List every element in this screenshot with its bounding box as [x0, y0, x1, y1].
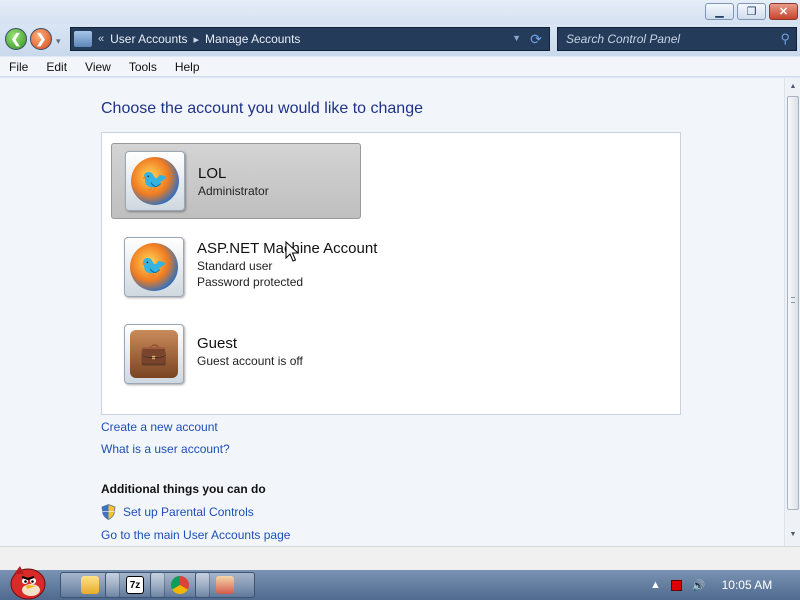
forward-button[interactable]: ❯	[30, 28, 52, 50]
account-status: Guest account is off	[197, 354, 303, 368]
avatar: 🐦	[125, 151, 185, 211]
refresh-icon[interactable]: ⟳	[527, 31, 545, 47]
taskbar: 7z ▲ 🔊 10:05 AM	[0, 566, 800, 600]
menu-file[interactable]: File	[0, 60, 37, 74]
start-button[interactable]	[6, 562, 48, 600]
search-box: ⚲	[557, 27, 797, 51]
scrollbar-thumb[interactable]	[787, 96, 799, 510]
user-avatar-icon: 🐦	[131, 157, 179, 205]
breadcrumb-user-accounts[interactable]: User Accounts	[110, 32, 187, 46]
scroll-up-icon[interactable]: ▲	[788, 82, 798, 92]
title-bar: ▁ ❐ ✕	[0, 0, 800, 24]
account-aspnet[interactable]: 🐦 ASP.NET Machine Account Standard user …	[111, 230, 411, 306]
folder-icon	[81, 576, 99, 594]
content-pane: Choose the account you would like to cha…	[0, 78, 784, 546]
shield-icon	[101, 504, 116, 520]
avatar: 💼	[124, 324, 184, 384]
recent-pages-dropdown[interactable]: ▾	[56, 36, 66, 46]
show-hidden-icons-icon[interactable]: ▲	[650, 579, 661, 591]
forward-arrow-icon: ❯	[35, 31, 47, 46]
breadcrumb-manage-accounts[interactable]: Manage Accounts	[205, 32, 300, 46]
search-icon[interactable]: ⚲	[780, 31, 790, 47]
chrome-icon	[171, 576, 189, 594]
vertical-scrollbar[interactable]: ▲ ▼	[784, 78, 800, 546]
account-guest[interactable]: 💼 Guest Guest account is off	[111, 317, 361, 393]
main-accounts-page-link[interactable]: Go to the main User Accounts page	[101, 528, 290, 542]
network-alert-icon[interactable]	[670, 579, 682, 591]
accounts-list: 🐦 LOL Administrator 🐦 ASP.NET Machine Ac…	[101, 132, 681, 415]
menu-bar: File Edit View Tools Help	[0, 57, 800, 77]
account-name: LOL	[198, 165, 227, 182]
taskbar-app-button[interactable]	[195, 572, 255, 598]
address-dropdown-icon[interactable]: ▼	[512, 33, 521, 43]
back-arrow-icon: ❮	[10, 31, 22, 46]
maximize-button[interactable]: ❐	[737, 3, 766, 20]
what-is-account-link[interactable]: What is a user account?	[101, 442, 230, 456]
mouse-cursor-icon	[285, 241, 299, 262]
volume-icon[interactable]: 🔊	[692, 579, 706, 592]
app-icon	[216, 576, 234, 594]
guest-briefcase-icon: 💼	[130, 330, 178, 378]
scroll-down-icon[interactable]: ▼	[788, 530, 798, 540]
menu-tools[interactable]: Tools	[120, 60, 166, 74]
minimize-button[interactable]: ▁	[705, 3, 734, 20]
7zip-icon: 7z	[126, 576, 144, 594]
address-bar[interactable]: « User Accounts ▸ Manage Accounts ▼ ⟳	[70, 27, 550, 51]
system-tray: ▲ 🔊 10:05 AM	[640, 570, 800, 600]
back-button[interactable]: ❮	[5, 28, 27, 50]
search-input[interactable]	[558, 32, 768, 46]
account-name: Guest	[197, 335, 238, 352]
clock[interactable]: 10:05 AM	[722, 578, 773, 592]
scrollbar-grip	[791, 297, 795, 303]
restore-icon: ❐	[746, 6, 757, 18]
menu-edit[interactable]: Edit	[37, 60, 76, 74]
close-button[interactable]: ✕	[769, 3, 798, 20]
additional-things-title: Additional things you can do	[101, 482, 266, 496]
minimize-icon: ▁	[715, 6, 724, 18]
close-icon: ✕	[778, 6, 789, 18]
user-accounts-icon	[74, 31, 92, 47]
breadcrumb-overflow[interactable]: «	[98, 33, 104, 45]
breadcrumb-separator-icon[interactable]: ▸	[194, 33, 200, 46]
account-lol[interactable]: 🐦 LOL Administrator	[111, 143, 361, 219]
menu-view[interactable]: View	[76, 60, 120, 74]
account-type: Administrator	[198, 184, 269, 198]
navigation-bar: ❮ ❯ ▾ « User Accounts ▸ Manage Accounts …	[0, 24, 800, 56]
status-strip	[0, 546, 800, 570]
account-password-status: Password protected	[197, 275, 304, 289]
window-controls: ▁ ❐ ✕	[705, 3, 798, 20]
create-account-link[interactable]: Create a new account	[101, 420, 218, 434]
parental-controls-link[interactable]: Set up Parental Controls	[123, 505, 254, 519]
user-avatar-icon: 🐦	[130, 243, 178, 291]
avatar: 🐦	[124, 237, 184, 297]
page-title: Choose the account you would like to cha…	[101, 100, 423, 117]
menu-help[interactable]: Help	[166, 60, 209, 74]
